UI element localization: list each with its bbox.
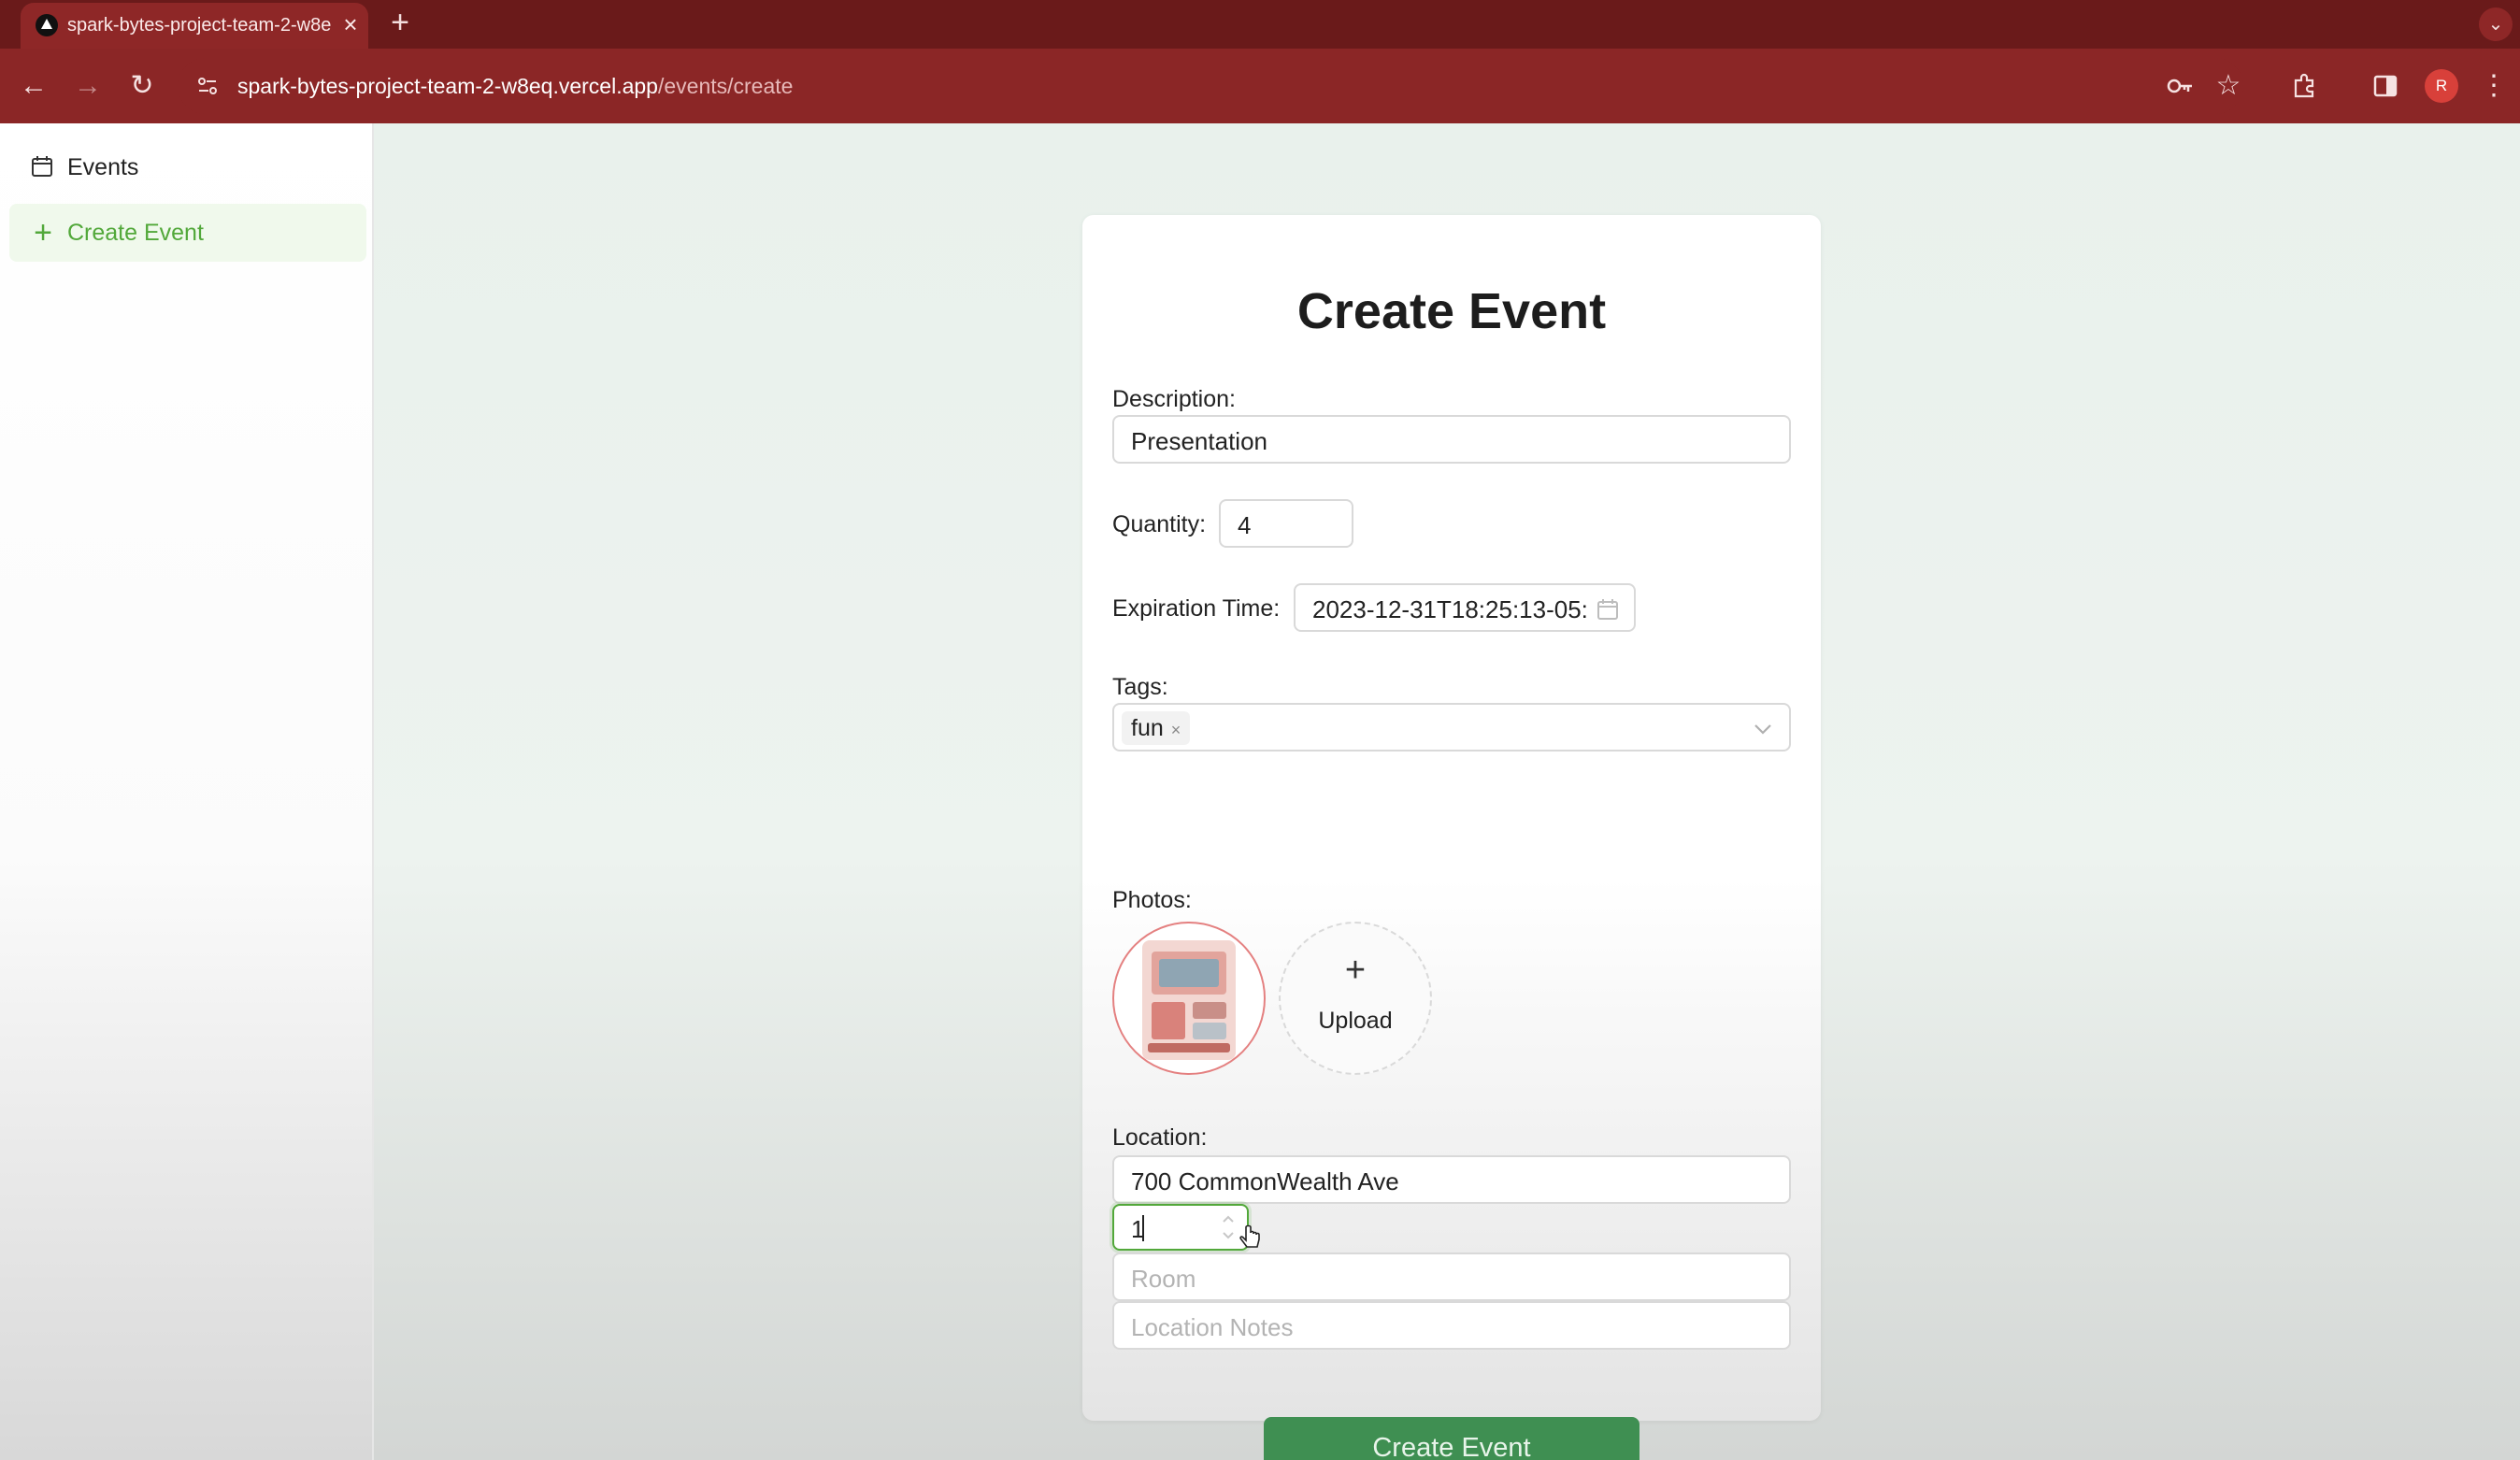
room-input[interactable]: Room [1112,1252,1791,1301]
expiration-value: 2023-12-31T18:25:13-05: [1312,595,1588,623]
page-title: Create Event [1296,283,1607,339]
location-label: Location: [1112,1124,1208,1151]
forward-arrow-icon[interactable]: → [67,65,108,107]
browser-menu-icon[interactable]: ⋮ [2473,65,2514,107]
profile-avatar[interactable]: R [2425,69,2458,103]
calendar-icon [30,154,56,180]
tags-select[interactable]: fun × [1112,703,1791,751]
browser-tab[interactable]: spark-bytes-project-team-2-w8eq.vercel.a… [21,3,368,49]
sidebar-item-create-event[interactable]: + Create Event [9,204,366,262]
browser-tab-strip: spark-bytes-project-team-2-w8eq.vercel.a… [0,0,2520,49]
quantity-label: Quantity: [1112,511,1207,537]
photos-label: Photos: [1112,887,1192,913]
location-address-input[interactable]: 700 CommonWealth Ave [1112,1155,1791,1204]
location-notes-input[interactable]: Location Notes [1112,1301,1791,1350]
url-text[interactable]: spark-bytes-project-team-2-w8eq.vercel.a… [237,74,793,98]
expiration-datetime-picker[interactable]: 2023-12-31T18:25:13-05: [1294,583,1636,632]
password-key-icon[interactable] [2159,65,2200,107]
chevron-down-icon[interactable] [1750,716,1776,742]
tag-chip-label: fun [1131,715,1164,741]
description-label: Description: [1112,386,1236,412]
upload-label: Upload [1318,1008,1393,1034]
hand-pointer-cursor-icon [1238,1224,1264,1252]
quantity-input[interactable]: 4 [1219,499,1353,548]
sidebar-item-label: Events [67,154,139,180]
sidebar: Events + Create Event [0,123,374,1460]
photo-thumbnail[interactable] [1112,922,1266,1075]
plus-icon: + [34,215,52,250]
vercel-favicon-icon [36,14,58,36]
sidebar-item-events[interactable]: Events [9,138,366,196]
create-event-button-label: Create Event [1372,1433,1531,1460]
calendar-icon[interactable] [1596,598,1619,621]
plus-icon: + [1344,951,1367,990]
site-settings-icon[interactable] [191,69,224,103]
location-address-value: 700 CommonWealth Ave [1131,1167,1399,1195]
address-bar[interactable]: spark-bytes-project-team-2-w8eq.vercel.a… [178,58,2243,114]
create-event-button[interactable]: Create Event [1264,1417,1639,1460]
photo-upload-button[interactable]: + Upload [1279,922,1432,1075]
reload-icon[interactable]: ↻ [122,65,163,107]
room-placeholder: Room [1131,1265,1196,1293]
floor-number-input[interactable]: 1 [1112,1204,1260,1251]
expiration-label: Expiration Time: [1112,595,1281,622]
tag-remove-icon[interactable]: × [1171,713,1181,747]
tag-chip: fun × [1122,711,1191,747]
location-notes-placeholder: Location Notes [1131,1313,1294,1341]
extensions-puzzle-icon[interactable] [2284,65,2326,107]
tab-close-icon[interactable]: × [336,10,365,38]
tags-label: Tags: [1112,674,1168,700]
bookmark-star-icon[interactable]: ☆ [2208,65,2249,107]
text-caret [1142,1215,1144,1241]
url-path: /events/create [657,74,794,98]
create-event-form: Create Event Description: Presentation Q… [1082,215,1821,1460]
sidebar-item-label: Create Event [67,220,204,246]
tab-title: spark-bytes-project-team-2-w8eq.vercel.a… [67,15,331,36]
back-arrow-icon[interactable]: ← [13,65,54,107]
url-host: spark-bytes-project-team-2-w8eq.vercel.a… [237,74,658,98]
browser-toolbar: ← → ↻ spark-bytes-project-team-2-w8eq.ve… [0,49,2520,123]
quantity-value: 4 [1238,511,1252,539]
tab-search-chevron-icon[interactable]: ⌄ [2479,7,2513,41]
side-panel-icon[interactable] [2365,65,2406,107]
new-tab-button[interactable]: + [383,6,417,39]
page-content: Events + Create Event Create Event Descr… [0,123,2520,1460]
description-input[interactable]: Presentation [1112,415,1791,464]
description-value: Presentation [1131,427,1267,455]
